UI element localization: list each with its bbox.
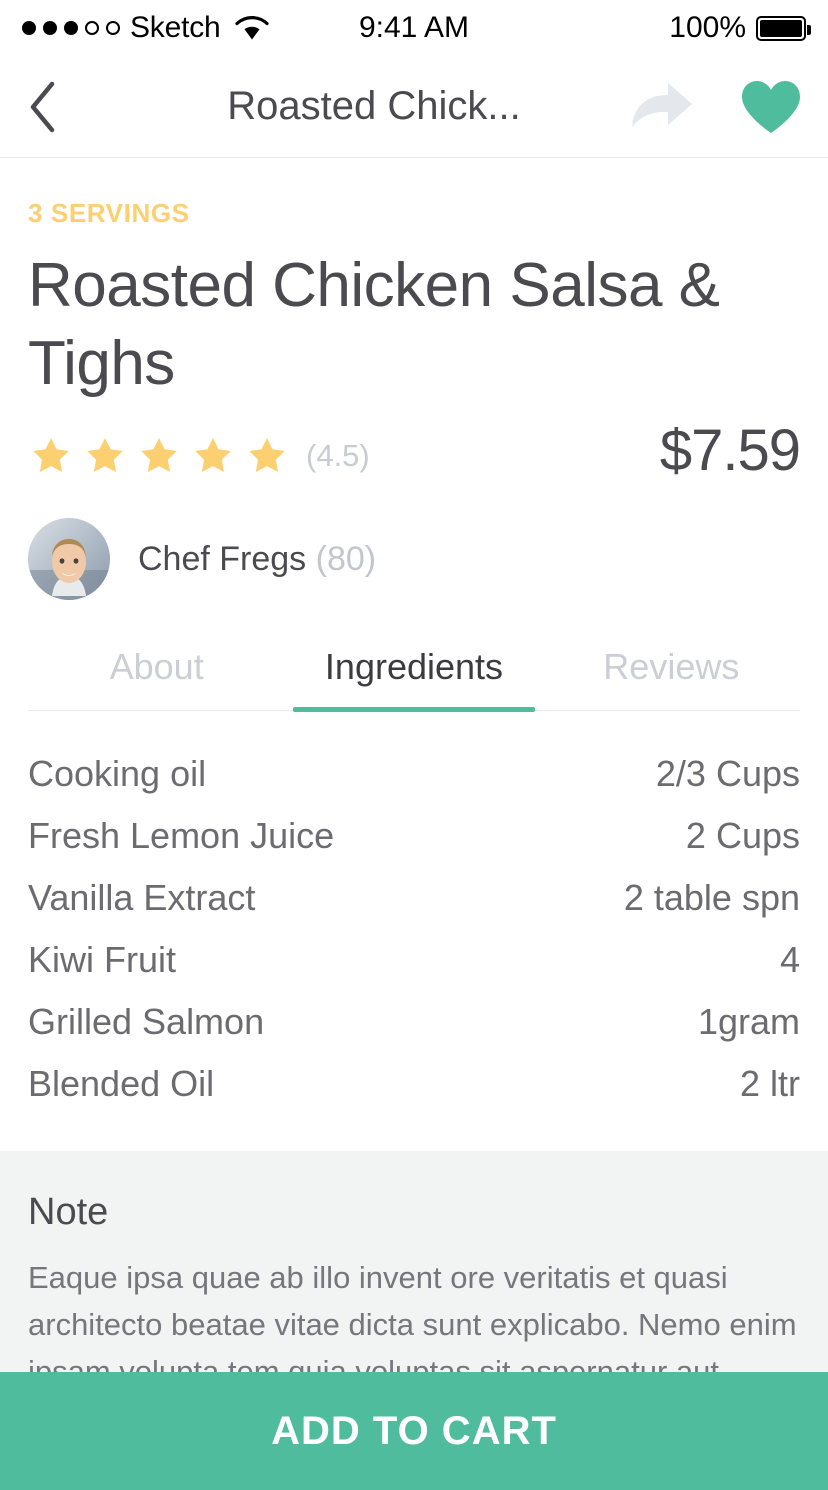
wifi-icon (234, 16, 269, 40)
battery-full-icon (756, 15, 811, 41)
rating-group: (4.5) (28, 434, 370, 484)
ingredient-amount: 2 Cups (685, 815, 800, 857)
recipe-content: 3 SERVINGS Roasted Chicken Salsa & Tighs… (0, 158, 828, 1483)
heart-filled-icon[interactable] (740, 79, 802, 135)
signal-dot-filled (64, 21, 78, 35)
ingredient-name: Fresh Lemon Juice (28, 815, 335, 857)
list-item: Blended Oil 2 ltr (28, 1053, 800, 1115)
ingredient-name: Vanilla Extract (28, 877, 256, 919)
status-bar: Sketch 9:41 AM 100% (0, 0, 828, 56)
tab-bar: About Ingredients Reviews (28, 646, 800, 713)
chef-name-text: Chef Fregs (138, 539, 307, 578)
nav-bar: Roasted Chick... (0, 56, 828, 158)
ingredient-name: Cooking oil (28, 753, 207, 795)
recipe-title: Roasted Chicken Salsa & Tighs (28, 251, 720, 399)
rating-value: (4.5) (306, 438, 370, 474)
ingredient-name: Kiwi Fruit (28, 939, 177, 981)
add-to-cart-button[interactable]: ADD TO CART (0, 1372, 828, 1490)
price-label: $7.59 (659, 418, 801, 484)
battery-percent-label: 100% (669, 11, 746, 44)
page-title: Roasted Chick... (227, 84, 521, 128)
signal-dot-filled (22, 21, 36, 35)
star-rating (28, 434, 290, 478)
signal-dot-filled (43, 21, 57, 35)
avatar-image (28, 518, 110, 601)
signal-strength-dots (22, 21, 120, 35)
signal-dot-empty (106, 21, 120, 35)
chef-avatar (28, 518, 110, 601)
chef-row[interactable]: Chef Fregs (80) (28, 518, 828, 601)
share-arrow-icon[interactable] (628, 81, 694, 133)
signal-dot-empty (85, 21, 99, 35)
app-screen: Sketch 9:41 AM 100% Roasted Chick... 3 S… (0, 0, 828, 1490)
ingredient-name: Blended Oil (28, 1063, 215, 1105)
rating-price-row: (4.5) $7.59 (28, 417, 801, 484)
back-button[interactable] (26, 79, 86, 135)
list-item: Kiwi Fruit 4 (28, 929, 800, 991)
star-icon (33, 438, 69, 473)
star-icon (195, 438, 231, 473)
status-bar-left: Sketch (22, 11, 269, 45)
list-item: Vanilla Extract 2 table spn (28, 867, 800, 929)
tab-ingredients[interactable]: Ingredients (285, 646, 542, 713)
ingredients-list: Cooking oil 2/3 Cups Fresh Lemon Juice 2… (28, 743, 800, 1115)
battery-fill (760, 19, 802, 37)
note-title: Note (28, 1191, 109, 1234)
nav-actions (628, 79, 802, 135)
carrier-label: Sketch (130, 11, 221, 44)
ingredient-amount: 1gram (697, 1001, 800, 1043)
star-icon (87, 438, 123, 473)
chef-name: Chef Fregs (80) (138, 540, 376, 579)
list-item: Fresh Lemon Juice 2 Cups (28, 805, 800, 867)
chef-recipe-count: (80) (315, 539, 377, 578)
ingredient-amount: 2/3 Cups (655, 753, 800, 795)
chevron-left-icon (30, 81, 55, 132)
ingredient-amount: 4 (779, 939, 800, 981)
star-icon (249, 438, 285, 473)
list-item: Cooking oil 2/3 Cups (28, 743, 800, 805)
star-icon (141, 438, 177, 473)
servings-label: 3 SERVINGS (28, 198, 190, 228)
ingredient-amount: 2 ltr (739, 1063, 800, 1105)
ingredient-amount: 2 table spn (623, 877, 800, 919)
tab-reviews[interactable]: Reviews (543, 646, 800, 710)
list-item: Grilled Salmon 1gram (28, 991, 800, 1053)
ingredient-name: Grilled Salmon (28, 1001, 265, 1043)
tab-about[interactable]: About (28, 646, 285, 710)
status-bar-right: 100% (669, 11, 811, 45)
